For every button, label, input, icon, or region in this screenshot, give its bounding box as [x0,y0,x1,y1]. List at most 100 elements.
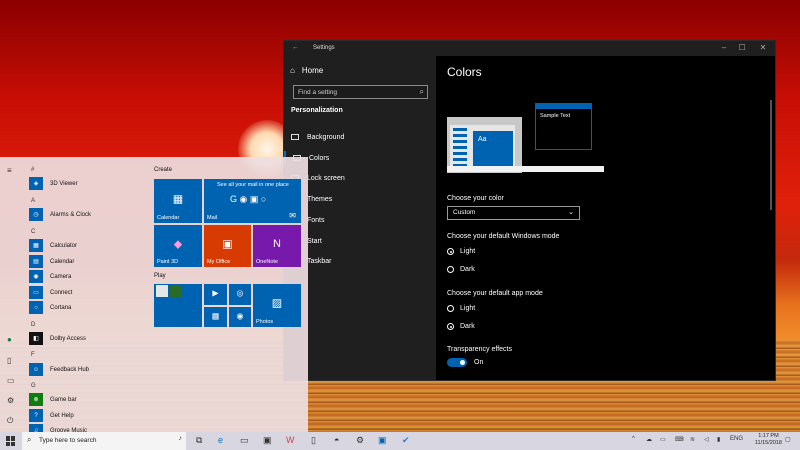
keyboard-icon[interactable]: ⌨ [675,436,684,443]
transparency-label: Transparency effects [447,346,512,353]
choose-color-label: Choose your color [447,195,504,202]
store-icon[interactable]: ▣ [263,435,272,446]
chevron-up-icon[interactable]: ^ [632,436,635,442]
scrollbar[interactable] [770,100,772,210]
edge-icon[interactable]: e [218,435,223,445]
app-icon[interactable]: W [286,435,295,445]
tile-onenote[interactable]: N OneNote [253,225,301,267]
tile-movies[interactable]: ▶ [204,284,227,305]
todo-check-icon[interactable]: ✔ [402,435,410,446]
tile-webcam[interactable]: ◉ [229,307,251,327]
preview-tile-text: Aa [478,136,487,143]
app-mode-label: Choose your default app mode [447,290,543,297]
power-icon[interactable]: ⏻ [7,416,13,426]
file-explorer-icon[interactable]: ▭ [240,435,249,446]
battery-icon[interactable]: ▮ [717,436,720,443]
app-3d-viewer[interactable]: ◈ 3D Viewer [29,177,78,190]
task-view-icon[interactable]: ⧉ [196,435,202,446]
radio-label: Dark [460,323,475,330]
tile-photos[interactable]: ▨ Photos [253,284,301,327]
app-mode-dark-radio[interactable]: Dark [447,323,475,330]
app-mode-light-radio[interactable]: Light [447,305,475,312]
tile-my-office[interactable]: ▣ My Office [204,225,251,267]
nav-item-label: Background [307,133,345,141]
home-link[interactable]: ⌂ Home [290,66,323,75]
nav-item-background[interactable]: Background [284,130,436,144]
section-letter[interactable]: C [31,229,35,235]
onedrive-icon[interactable]: ☁ [646,436,652,443]
app-dolby-access[interactable]: ◧ Dolby Access [29,332,86,345]
app-label: Feedback Hub [50,366,90,373]
tile-label: Paint 3D [157,259,179,265]
toggle-state: On [474,359,484,366]
tile-label: My Office [207,259,231,265]
notifications-icon[interactable]: ▢ [785,436,791,443]
tile-groove[interactable]: ◎ [229,284,251,305]
app-connect[interactable]: ▭ Connect [29,286,72,299]
network-icon[interactable]: ▭ [660,436,666,443]
window-title: Settings [313,45,335,51]
preview-sample-text: Sample Text [540,113,571,119]
color-dropdown[interactable]: Custom ⌄ [447,206,580,220]
language-indicator[interactable]: ENG [730,436,743,442]
section-letter[interactable]: A [31,198,35,204]
documents-icon[interactable]: ▯ [7,356,11,365]
gear-icon[interactable]: ⚙ [7,396,14,405]
app-get-help[interactable]: ? Get Help [29,409,74,422]
app-game-bar[interactable]: ⊗ Game bar [29,393,77,406]
maximize-button[interactable]: ☐ [734,43,750,52]
dolby-icon: ◧ [29,332,43,345]
radio-selected-icon [447,323,454,330]
wifi-icon[interactable]: ≋ [690,436,695,443]
tile-xbox-games[interactable] [154,284,202,327]
taskbar-search[interactable]: ⌕ Type here to search ♪ [22,432,186,450]
settings-search-box: ⌕ [293,85,428,99]
play-group-label[interactable]: Play [154,273,166,279]
back-arrow-icon[interactable]: ← [292,44,299,51]
app-camera[interactable]: ◉ Camera [29,270,71,283]
radio-selected-icon [447,248,454,255]
app-label: Cortana [50,304,72,311]
windows-mode-dark-radio[interactable]: Dark [447,266,475,273]
volume-icon[interactable]: ◁ [704,436,709,443]
app-calculator[interactable]: ▦ Calculator [29,239,77,252]
app-alarms-clock[interactable]: ◷ Alarms & Clock [29,208,91,221]
tile-label: Calendar [157,215,180,221]
section-letter[interactable]: G [31,383,36,389]
hamburger-menu-icon[interactable]: ≡ [7,166,12,175]
tile-calculator[interactable]: ▦ [204,307,227,327]
tile-label: Mail [207,215,218,221]
start-rail: ≡ ● ▯ ▭ ⚙ ⏻ [0,157,23,432]
app-label: Alarms & Clock [50,211,92,218]
user-avatar-icon[interactable]: ● [7,335,12,344]
nav-item-label: Colors [309,154,330,162]
app-feedback-hub[interactable]: ☺ Feedback Hub [29,363,89,376]
transparency-toggle[interactable]: On [447,358,483,367]
settings-gear-icon[interactable]: ⚙ [356,435,364,446]
section-letter[interactable]: F [31,352,35,358]
connect-icon: ▭ [29,286,43,299]
pictures-icon[interactable]: ▭ [7,376,15,385]
settings-active-icon[interactable]: ▣ [378,435,387,446]
microphone-icon[interactable]: ♪ [179,435,183,442]
tile-calendar[interactable]: ▦ Calendar [154,179,202,223]
tile-mail[interactable]: See all your mail in one place G ◉ ▣ ○ ✉… [204,179,301,223]
onenote-icon: N [273,237,281,250]
section-letter[interactable]: # [31,167,34,173]
clock[interactable]: 1:17 PM 11/15/2018 [755,433,782,447]
phone-icon[interactable]: ▯ [311,435,316,446]
minimize-button[interactable]: – [716,43,732,52]
help-icon: ? [29,409,43,422]
app-cortana[interactable]: ○ Cortana [29,301,71,314]
section-letter[interactable]: D [31,322,35,328]
app-calendar[interactable]: ▤ Calendar [29,255,74,268]
settings-window: ← Settings – ☐ ✕ ⌂ Home ⌕ Personalizatio… [283,40,776,381]
windows-mode-light-radio[interactable]: Light [447,248,475,255]
find-setting-input[interactable] [294,86,416,98]
windows-start-icon[interactable] [6,436,16,446]
tile-paint3d[interactable]: ◆ Paint 3D [154,225,202,267]
search-icon[interactable]: ⌕ [420,87,424,97]
photos-taskbar-icon[interactable]: ◓ [334,435,339,445]
close-button[interactable]: ✕ [755,43,771,52]
create-group-label[interactable]: Create [154,167,172,173]
